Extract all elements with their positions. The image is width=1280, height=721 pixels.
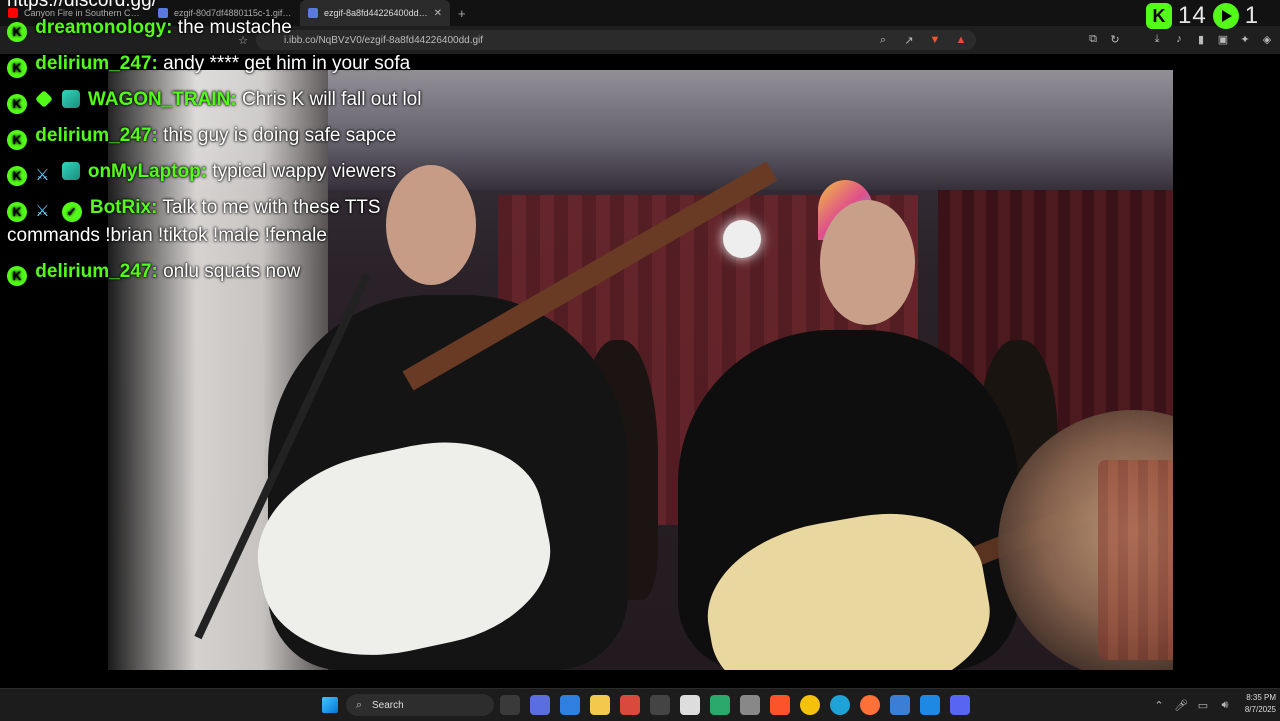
task-view-icon[interactable] [500, 695, 520, 715]
webcam-tapestry [1098, 460, 1173, 660]
sidebar-icon[interactable]: ▮ [1194, 32, 1208, 46]
app-icon[interactable] [560, 695, 580, 715]
chat-text: this guy is doing safe sapce [163, 125, 397, 146]
search-label: Search [372, 699, 404, 711]
chat-text: the mustache [177, 17, 292, 38]
clock-time: 8:35 PM [1246, 693, 1276, 702]
chat-text: onlu squats now [163, 261, 301, 282]
close-tab-icon[interactable]: ✕ [434, 8, 442, 19]
chat-message: K delirium_247: this guy is doing safe s… [7, 122, 427, 150]
follower-count: 1 [1244, 2, 1260, 29]
clock-date: 8/7/2025 [1244, 705, 1276, 714]
firefox-icon[interactable] [860, 695, 880, 715]
chat-username: delirium_247: [35, 53, 158, 74]
chat-message: K delirium_247: andy **** get him in you… [7, 50, 427, 78]
chat-message: K WAGON_TRAIN: Chris K will fall out lol [7, 86, 427, 114]
kick-badge-icon: K [7, 94, 27, 114]
grid-badge-icon [61, 90, 80, 108]
discord-icon[interactable] [950, 695, 970, 715]
chat-overlay: K dreamonology: the mustache K delirium_… [7, 14, 427, 294]
grid-badge-icon [61, 162, 80, 180]
sword-badge-icon: ⚔ [35, 203, 50, 220]
taskbar-search[interactable]: ⌕ Search [346, 694, 494, 716]
volume-icon[interactable]: 🔊︎ [1218, 698, 1232, 712]
kick-badge-icon: K [7, 58, 27, 78]
taskbar-clock[interactable]: 8:35 PM 8/7/2025 [1232, 692, 1276, 716]
capcut-icon[interactable] [680, 695, 700, 715]
kick-badge-icon: K [7, 166, 27, 186]
taskbar-apps [500, 695, 970, 715]
file-explorer-icon[interactable] [590, 695, 610, 715]
verified-badge-icon: ✓ [61, 202, 82, 222]
zoom-icon[interactable]: ⌕ [876, 33, 890, 47]
vpn-icon[interactable]: ◈ [1260, 32, 1274, 46]
share-icon[interactable]: ↗ [902, 33, 916, 47]
viewer-count: 14 [1178, 2, 1207, 29]
monitor-icon[interactable]: ▭ [1196, 698, 1210, 712]
edge-icon[interactable] [830, 695, 850, 715]
kick-badge-icon: K [7, 266, 27, 286]
download-icon[interactable]: ⤓ [1150, 32, 1164, 46]
app-icon[interactable] [710, 695, 730, 715]
kick-badge-icon: K [7, 202, 27, 222]
app-icon[interactable] [620, 695, 640, 715]
chat-username: onMyLaptop: [87, 161, 208, 182]
app-icon[interactable] [890, 695, 910, 715]
app-icon[interactable] [740, 695, 760, 715]
brave-shield-icon[interactable]: ▼ [928, 33, 942, 47]
chrome-icon[interactable] [800, 695, 820, 715]
ceiling-lamp [723, 220, 761, 258]
leo-icon[interactable]: ✦ [1238, 32, 1252, 46]
brave-icon[interactable] [770, 695, 790, 715]
chevron-up-icon[interactable]: ⌃ [1152, 698, 1166, 712]
diamond-badge-icon [35, 90, 54, 108]
partial-link-text: https://discord.gg/ [7, 0, 157, 11]
brave-rewards-icon[interactable]: ▲ [954, 33, 968, 47]
kick-logo-icon: K [1146, 3, 1172, 29]
wallet-icon[interactable]: ▣ [1216, 32, 1230, 46]
chat-username: WAGON_TRAIN: [87, 89, 237, 110]
chat-text: typical wappy viewers [212, 161, 397, 182]
new-tab-button[interactable]: + [450, 6, 474, 21]
chat-message: K delirium_247: onlu squats now [7, 258, 427, 286]
chat-message: K ⚔ ✓ BotRix: Talk to me with these TTS … [7, 194, 427, 250]
vscode-icon[interactable] [920, 695, 940, 715]
mic-icon[interactable]: 🎤︎ [1174, 698, 1188, 712]
chat-message: K dreamonology: the mustache [7, 14, 427, 42]
sword-badge-icon: ⚔ [35, 167, 50, 184]
stream-stats: K 14 1 [1146, 2, 1259, 30]
music-icon[interactable]: ♪ [1172, 32, 1186, 46]
bassist-head [820, 200, 915, 325]
chat-message: K ⚔ onMyLaptop: typical wappy viewers [7, 158, 427, 186]
kick-badge-icon: K [7, 130, 27, 150]
chat-username: delirium_247: [35, 125, 158, 146]
chat-username: dreamonology: [35, 17, 173, 38]
app-icon[interactable] [650, 695, 670, 715]
toolbar-extensions: ⧉ ↻ ⤓ ♪ ▮ ▣ ✦ ◈ ≡ [1086, 32, 1280, 46]
extensions-icon[interactable]: ⧉ [1086, 32, 1100, 46]
windows-taskbar: ⌕ Search ⌃ 🎤︎ ▭ 🔊︎ 8:35 PM 8/7/2025 [0, 688, 1280, 721]
chat-username: delirium_247: [35, 261, 158, 282]
start-button[interactable] [322, 697, 338, 713]
chat-text: Talk to me with these TTS commands !bria… [7, 197, 381, 246]
chat-text: andy **** get him in your sofa [163, 53, 411, 74]
play-icon [1212, 3, 1239, 29]
chat-username: BotRix: [89, 197, 158, 218]
refresh-icon[interactable]: ↻ [1108, 32, 1122, 46]
system-tray: ⌃ 🎤︎ ▭ 🔊︎ [1152, 698, 1232, 712]
search-icon: ⌕ [355, 698, 363, 711]
app-icon[interactable] [530, 695, 550, 715]
chat-text: Chris K will fall out lol [241, 89, 422, 110]
kick-badge-icon: K [7, 22, 27, 42]
